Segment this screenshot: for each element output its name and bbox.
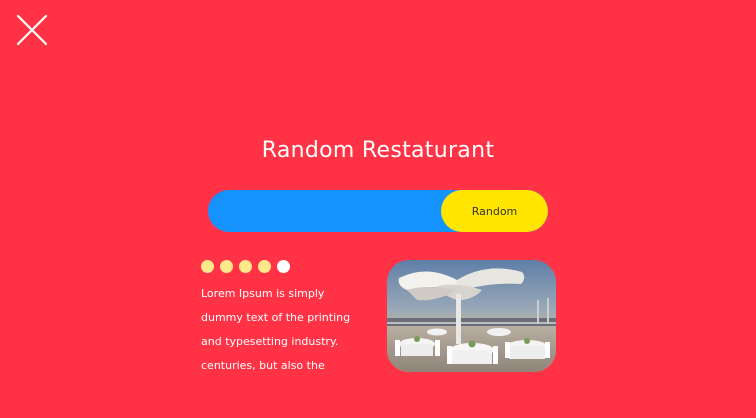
description-line: Lorem Ipsum is simply bbox=[201, 287, 325, 300]
page-title: Random Restaturant bbox=[261, 138, 495, 163]
restaurant-description: Lorem Ipsum is simply dummy text of the … bbox=[201, 282, 376, 378]
rating-dot-icon bbox=[201, 260, 214, 273]
close-icon bbox=[16, 14, 48, 46]
close-button[interactable] bbox=[16, 14, 48, 46]
description-line: centuries, but also the bbox=[201, 359, 325, 372]
description-line: dummy text of the printing bbox=[201, 311, 351, 324]
rating-dot-empty-icon bbox=[277, 260, 290, 273]
search-bar: Random bbox=[208, 190, 548, 232]
rating-dot-icon bbox=[239, 260, 252, 273]
search-input[interactable] bbox=[208, 190, 458, 232]
restaurant-photo bbox=[387, 260, 556, 372]
rating-dot-icon bbox=[258, 260, 271, 273]
random-button[interactable]: Random bbox=[441, 190, 548, 232]
rating-dot-icon bbox=[220, 260, 233, 273]
restaurant-terrace-photo bbox=[387, 260, 556, 372]
description-line: and typesetting industry. bbox=[201, 335, 339, 348]
rating bbox=[201, 260, 290, 273]
